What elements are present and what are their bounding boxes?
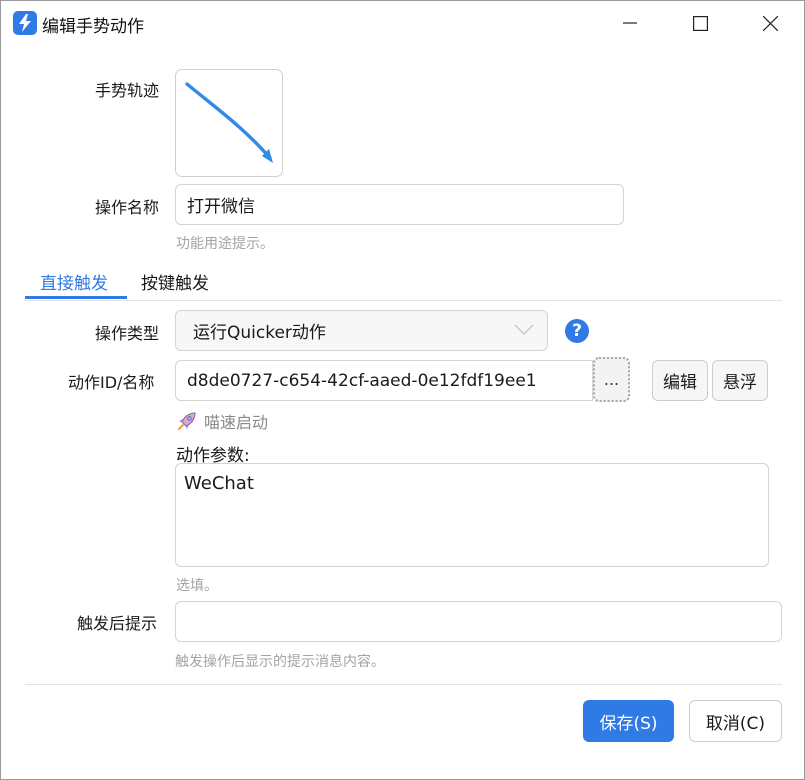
name-label: 操作名称 xyxy=(95,198,160,217)
title-bar[interactable]: 编辑手势动作 xyxy=(1,1,804,45)
params-value: WeChat xyxy=(184,473,254,494)
tab-direct-trigger[interactable]: 直接触发 xyxy=(40,269,108,294)
after-trigger-input[interactable] xyxy=(175,601,782,642)
chevron-down-icon xyxy=(514,324,534,335)
minimize-icon xyxy=(623,22,637,24)
name-input-value: 打开微信 xyxy=(187,197,255,217)
gesture-label: 手势轨迹 xyxy=(95,81,160,100)
after-trigger-hint: 触发操作后显示的提示消息内容。 xyxy=(175,654,385,670)
help-icon[interactable]: ? xyxy=(565,319,589,343)
gesture-arrow-icon xyxy=(185,82,273,163)
float-button[interactable]: 悬浮 xyxy=(712,360,768,401)
name-input[interactable]: 打开微信 xyxy=(175,184,624,225)
quick-launch-link[interactable]: 喵速启动 xyxy=(176,409,268,433)
save-button[interactable]: 保存(S) xyxy=(583,700,674,742)
close-button[interactable] xyxy=(747,8,793,38)
action-id-input[interactable]: d8de0727-c654-42cf-aaed-0e12fdf19ee1 xyxy=(175,360,593,401)
close-icon xyxy=(762,15,778,31)
quicker-logo-icon xyxy=(13,11,37,35)
action-id-label: 动作ID/名称 xyxy=(68,373,155,392)
maximize-icon xyxy=(692,15,708,31)
edit-button[interactable]: 编辑 xyxy=(652,360,708,401)
tab-divider xyxy=(25,300,782,301)
params-textarea[interactable]: WeChat xyxy=(175,463,769,567)
action-type-select[interactable]: 运行Quicker动作 xyxy=(175,310,548,351)
action-type-label: 操作类型 xyxy=(95,324,160,343)
window-title: 编辑手势动作 xyxy=(42,17,144,37)
browse-button[interactable]: ... xyxy=(593,357,630,402)
gesture-preview[interactable] xyxy=(175,69,283,177)
action-id-value: d8de0727-c654-42cf-aaed-0e12fdf19ee1 xyxy=(187,370,537,391)
footer-divider xyxy=(25,684,782,685)
quick-launch-label: 喵速启动 xyxy=(204,413,269,432)
maximize-button[interactable] xyxy=(677,8,723,38)
params-hint: 选填。 xyxy=(176,578,218,594)
cancel-button[interactable]: 取消(C) xyxy=(689,700,782,742)
active-tab-indicator xyxy=(25,296,127,299)
name-hint: 功能用途提示。 xyxy=(176,236,274,252)
tab-key-trigger[interactable]: 按键触发 xyxy=(141,269,209,294)
after-trigger-label: 触发后提示 xyxy=(77,614,158,633)
action-type-value: 运行Quicker动作 xyxy=(193,323,326,343)
minimize-button[interactable] xyxy=(607,8,653,38)
dialog-window: 编辑手势动作 手势轨迹 操作名称 打开微信 功能用途提示。 直接触发 按键触发 … xyxy=(0,0,805,780)
rocket-icon xyxy=(178,412,196,430)
